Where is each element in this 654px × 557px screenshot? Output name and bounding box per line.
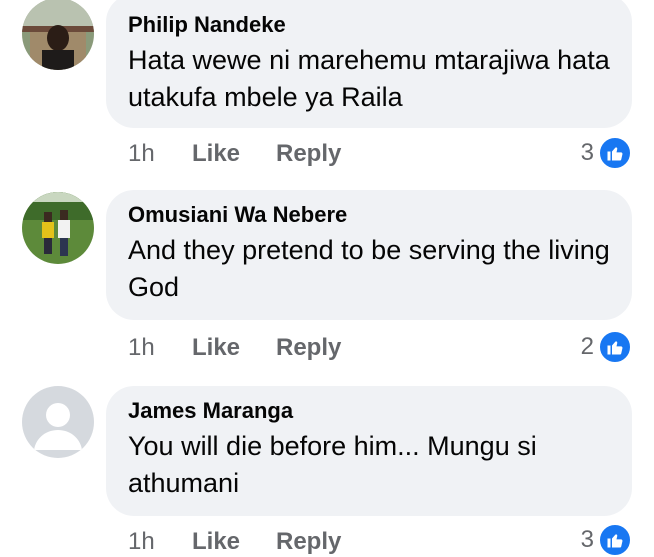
comment-bubble: James Maranga You will die before him...…: [106, 386, 632, 516]
comment-time[interactable]: 1h: [128, 333, 155, 363]
reply-button[interactable]: Reply: [276, 139, 341, 169]
like-icon: [598, 136, 632, 170]
avatar[interactable]: [22, 0, 94, 70]
comment-author[interactable]: Philip Nandeke: [128, 12, 610, 38]
default-avatar: [22, 386, 94, 458]
reaction-summary[interactable]: 3: [580, 523, 632, 557]
profile-photo: [22, 0, 94, 70]
reply-button[interactable]: Reply: [276, 333, 341, 363]
avatar[interactable]: [22, 386, 94, 458]
comment-time[interactable]: 1h: [128, 139, 155, 169]
reaction-summary[interactable]: 3: [580, 136, 632, 170]
reply-button[interactable]: Reply: [276, 527, 341, 557]
avatar[interactable]: [22, 192, 94, 264]
like-button[interactable]: Like: [192, 527, 240, 557]
comment-author[interactable]: Omusiani Wa Nebere: [128, 202, 610, 228]
comment-bubble: Philip Nandeke Hata wewe ni marehemu mta…: [106, 0, 632, 128]
reaction-count: 3: [580, 526, 594, 553]
comment-author[interactable]: James Maranga: [128, 398, 610, 424]
profile-photo: [22, 192, 94, 264]
comment-time[interactable]: 1h: [128, 527, 155, 557]
reaction-count: 3: [580, 139, 594, 166]
comment-text: And they pretend to be serving the livin…: [128, 235, 610, 302]
reaction-summary[interactable]: 2: [580, 330, 632, 364]
like-button[interactable]: Like: [192, 333, 240, 363]
comment-bubble: Omusiani Wa Nebere And they pretend to b…: [106, 190, 632, 320]
comment-text: Hata wewe ni marehemu mtarajiwa hata uta…: [128, 45, 610, 112]
reaction-count: 2: [580, 333, 594, 360]
like-icon: [598, 330, 632, 364]
like-button[interactable]: Like: [192, 139, 240, 169]
comment-text: You will die before him... Mungu si athu…: [128, 431, 537, 498]
